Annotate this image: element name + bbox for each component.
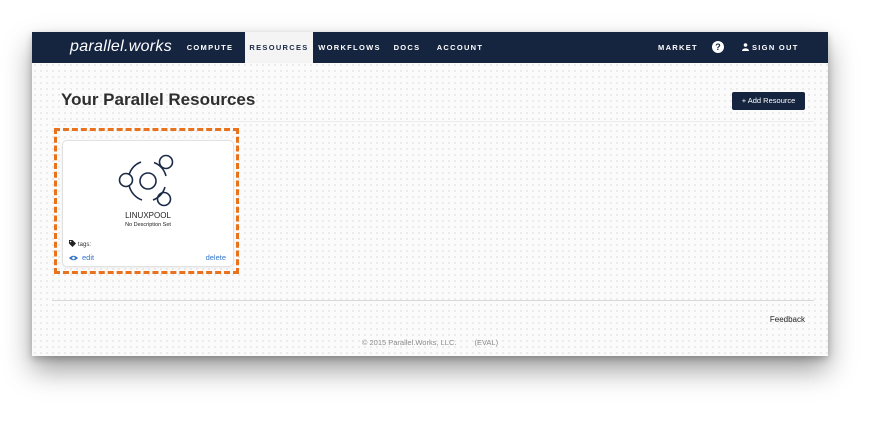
copyright-text: © 2015 Parallel.Works, LLC. xyxy=(361,338,457,347)
footer-text: © 2015 Parallel.Works, LLC. (EVAL) xyxy=(32,338,828,347)
top-navbar: parallel.works COMPUTE RESOURCES WORKFLO… xyxy=(32,32,828,63)
question-circle-icon[interactable]: ? xyxy=(712,41,724,53)
footer-divider xyxy=(52,300,814,301)
nav-resources[interactable]: RESOURCES xyxy=(245,32,313,63)
nav-docs[interactable]: DOCS xyxy=(391,32,423,63)
eye-icon xyxy=(69,255,78,261)
add-resource-button[interactable]: + Add Resource xyxy=(732,92,805,110)
ubuntu-logo-icon xyxy=(118,154,174,207)
nav-workflows[interactable]: WORKFLOWS xyxy=(316,32,383,63)
sign-out-link[interactable]: SIGN OUT xyxy=(742,32,799,63)
app-window: parallel.works COMPUTE RESOURCES WORKFLO… xyxy=(32,32,828,356)
page-title: Your Parallel Resources xyxy=(61,90,256,109)
edition-label: (EVAL) xyxy=(474,338,499,347)
nav-market[interactable]: MARKET xyxy=(656,32,700,63)
user-icon xyxy=(742,43,749,51)
resource-name: LINUXPOOL xyxy=(125,211,171,220)
brand-logo[interactable]: parallel.works xyxy=(70,32,172,61)
edit-link[interactable]: edit xyxy=(69,253,94,262)
nav-account[interactable]: ACCOUNT xyxy=(435,32,485,63)
nav-compute[interactable]: COMPUTE xyxy=(178,32,242,63)
sign-out-label: SIGN OUT xyxy=(752,43,799,52)
tags-label: tags: xyxy=(78,242,92,248)
header-divider xyxy=(52,121,814,122)
edit-label: edit xyxy=(82,253,95,262)
delete-link[interactable]: delete xyxy=(206,253,226,262)
feedback-link[interactable]: Feedback xyxy=(770,315,805,324)
resource-card[interactable]: LINUXPOOL No Description Set tags: edit … xyxy=(62,140,234,267)
tag-icon xyxy=(69,240,76,247)
resource-description: No Description Set xyxy=(125,222,171,228)
resource-tags: tags: xyxy=(69,240,91,248)
